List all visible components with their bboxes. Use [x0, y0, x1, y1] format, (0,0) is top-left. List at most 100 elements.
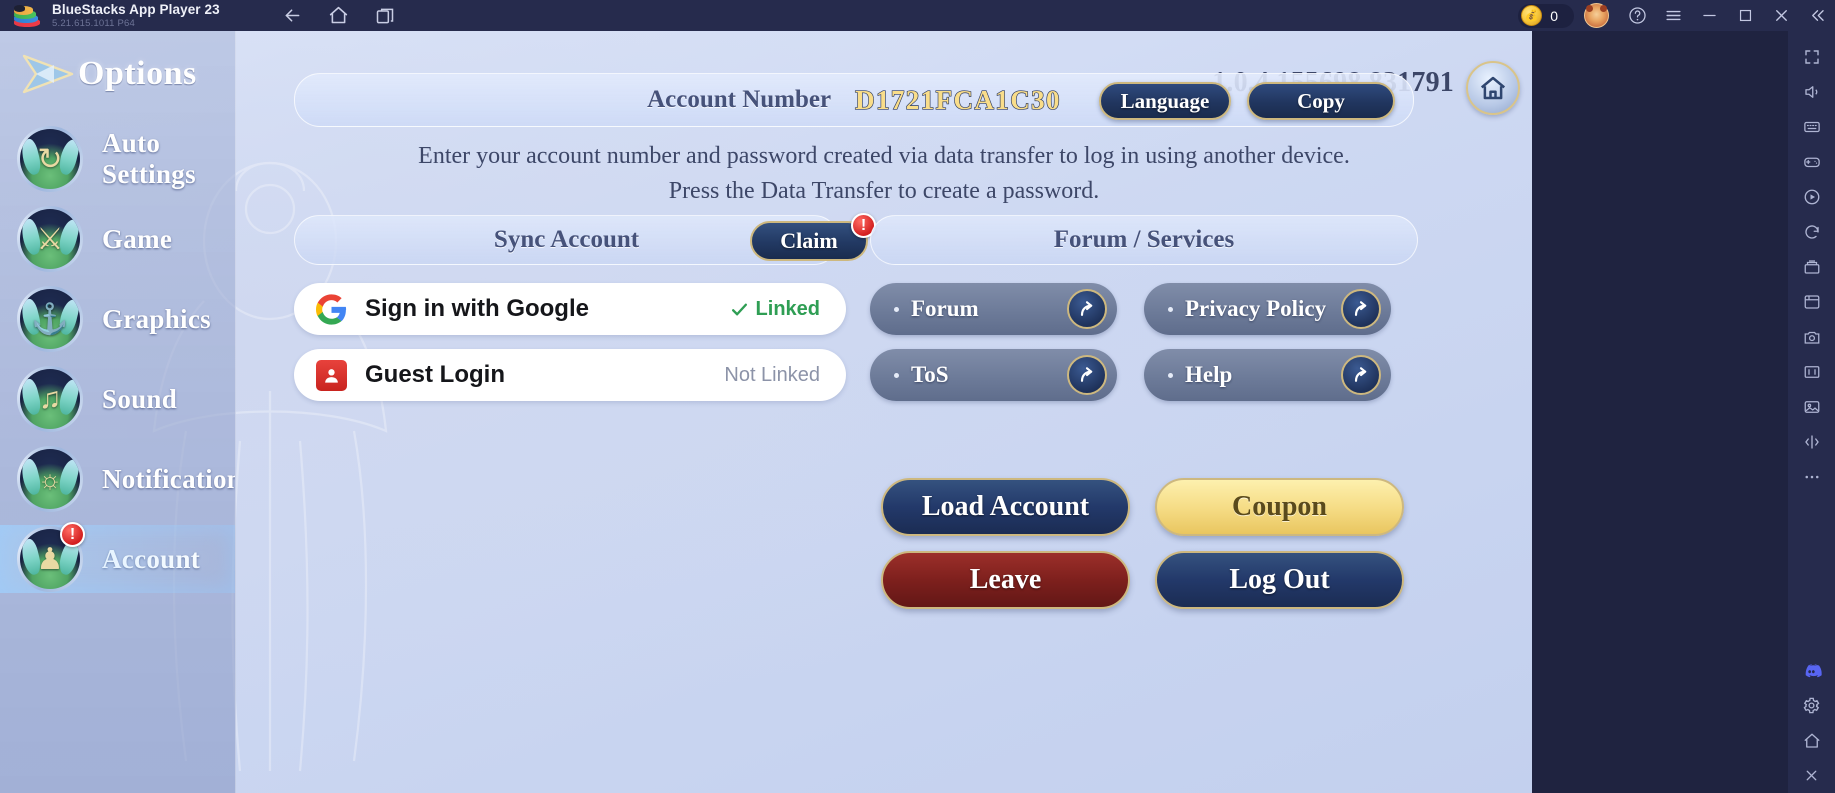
- login-status-text: Linked: [755, 297, 820, 320]
- title-text-group: BlueStacks App Player 23 5.21.615.1011 P…: [52, 3, 220, 28]
- back-icon[interactable]: [278, 3, 308, 29]
- language-button[interactable]: Language: [1099, 82, 1231, 120]
- load-account-button[interactable]: Load Account: [881, 478, 1130, 536]
- sidebar-item-graphics[interactable]: ⚓ Graphics: [0, 279, 235, 359]
- external-link-icon: [1341, 289, 1381, 329]
- account-number-value: D1721FCA1C30: [854, 84, 1061, 115]
- macro-record-icon[interactable]: [1792, 179, 1832, 214]
- close-rail-icon[interactable]: [1792, 758, 1832, 793]
- sidebar-item-label: Auto Settings: [102, 128, 196, 189]
- close-icon[interactable]: [1763, 0, 1799, 31]
- external-link-icon: [1067, 355, 1107, 395]
- multi-instance-icon[interactable]: [370, 3, 400, 29]
- sidebar-item-label: Game: [102, 223, 173, 254]
- resize-icon[interactable]: [1792, 354, 1832, 389]
- sidebar-item-glyph: ⚔: [36, 222, 64, 256]
- login-name: Guest Login: [365, 361, 505, 388]
- service-button-forum[interactable]: Forum: [870, 283, 1117, 335]
- collapse-icon[interactable]: [1799, 0, 1835, 31]
- discord-icon[interactable]: [1792, 653, 1832, 688]
- service-label: Forum: [911, 296, 979, 321]
- settings-icon[interactable]: [1792, 688, 1832, 723]
- forum-services-group: Forum / Services: [870, 215, 1418, 265]
- service-button-privacy-policy[interactable]: Privacy Policy: [1144, 283, 1391, 335]
- minimize-icon[interactable]: [1691, 0, 1727, 31]
- coupon-button[interactable]: Coupon: [1155, 478, 1404, 536]
- sidebar-item-sound[interactable]: ♫ Sound: [0, 359, 235, 439]
- person-glyph-icon: [325, 368, 338, 383]
- media-manager-icon[interactable]: [1792, 389, 1832, 424]
- minimize-rail-icon[interactable]: [1792, 723, 1832, 758]
- login-status-text: Not Linked: [724, 363, 820, 386]
- copy-button[interactable]: Copy: [1247, 82, 1395, 120]
- multi-instance-manager-icon[interactable]: [1792, 249, 1832, 284]
- bullet-icon: [894, 372, 899, 378]
- external-link-icon: [1067, 289, 1107, 329]
- avatar[interactable]: [1584, 3, 1609, 28]
- sidebar-item-label: Account: [102, 543, 201, 574]
- title-bar: BlueStacks App Player 23 5.21.615.1011 P…: [0, 0, 1835, 31]
- keymap-icon[interactable]: [1792, 109, 1832, 144]
- leave-button[interactable]: Leave: [881, 551, 1130, 609]
- login-status-linked: Linked: [730, 298, 820, 321]
- volume-icon[interactable]: [1792, 74, 1832, 109]
- sidebar-item-game[interactable]: ⚔ Game: [0, 199, 235, 279]
- sidebar-item-glyph: ↻: [37, 142, 63, 176]
- auto-settings-icon: ↻: [17, 126, 83, 192]
- google-login-row[interactable]: Sign in with Google Linked: [294, 283, 846, 335]
- check-icon: [731, 303, 747, 315]
- account-number-label: Account Number: [647, 86, 832, 113]
- sidebar-item-auto-settings[interactable]: ↻ Auto Settings: [0, 119, 235, 199]
- screenshot-icon[interactable]: [1792, 284, 1832, 319]
- sidebar-item-glyph: ⚓: [31, 302, 69, 336]
- shake-icon[interactable]: [1792, 424, 1832, 459]
- camera-icon[interactable]: [1792, 319, 1832, 354]
- graphics-icon: ⚓: [17, 286, 83, 352]
- maximize-icon[interactable]: [1727, 0, 1763, 31]
- menu-icon[interactable]: [1655, 0, 1691, 31]
- home-button[interactable]: [1466, 61, 1520, 115]
- coin-icon: 💰: [1521, 5, 1543, 26]
- sidebar-title: Options: [78, 55, 197, 92]
- account-alert-badge: !: [60, 522, 85, 547]
- sidebar-item-notification[interactable]: ☼ Notification: [0, 439, 235, 519]
- sidebar-items: ↻ Auto Settings ⚔ Game ⚓ Graphics ♫ Soun…: [0, 119, 235, 599]
- guest-login-row[interactable]: Guest Login Not Linked: [294, 349, 846, 401]
- titlebar-right: 💰 0: [1518, 0, 1835, 31]
- service-label: Privacy Policy: [1185, 296, 1327, 321]
- home-icon[interactable]: [324, 3, 354, 29]
- account-icon: ♟ !: [17, 522, 85, 592]
- help-icon[interactable]: [1619, 0, 1655, 31]
- bullet-icon: [894, 306, 899, 312]
- service-label: ToS: [911, 362, 949, 387]
- description-line-2: Press the Data Transfer to create a pass…: [668, 177, 1100, 204]
- external-link-icon: [1341, 355, 1381, 395]
- bullet-icon: [1168, 306, 1173, 312]
- sound-icon: ♫: [17, 366, 83, 432]
- guest-icon: [316, 359, 347, 391]
- account-number-bar: Account Number D1721FCA1C30 Language Cop…: [294, 73, 1414, 127]
- gamepad-icon[interactable]: [1792, 144, 1832, 179]
- login-name: Sign in with Google: [365, 295, 589, 322]
- description-line-1: Enter your account number and password c…: [418, 143, 1350, 169]
- service-button-help[interactable]: Help: [1144, 349, 1391, 401]
- sidebar-item-label: Sound: [102, 383, 178, 414]
- sidebar-item-label: Graphics: [102, 303, 211, 334]
- bluestacks-logo-icon: [14, 4, 40, 27]
- sync-account-group: Sync Account Claim !: [294, 213, 876, 265]
- log-out-button[interactable]: Log Out: [1155, 551, 1404, 609]
- options-arrow-icon: [22, 54, 74, 94]
- claim-button-wrap: Claim !: [750, 213, 876, 261]
- more-icon[interactable]: [1792, 459, 1832, 494]
- coin-count: 0: [1550, 7, 1558, 24]
- service-label: Help: [1185, 362, 1233, 387]
- rotate-icon[interactable]: [1792, 214, 1832, 249]
- sidebar-item-account[interactable]: ♟ ! Account: [0, 519, 235, 599]
- sidebar-item-label: Notification: [102, 463, 236, 494]
- fullscreen-icon[interactable]: [1792, 39, 1832, 74]
- app-title: BlueStacks App Player 23: [52, 2, 220, 17]
- service-button-tos[interactable]: ToS: [870, 349, 1117, 401]
- game-viewport: Options ↻ Auto Settings ⚔ Game ⚓ Graphic…: [0, 31, 1532, 793]
- coin-balance[interactable]: 💰 0: [1518, 3, 1574, 28]
- bluestacks-window: BlueStacks App Player 23 5.21.615.1011 P…: [0, 0, 1835, 793]
